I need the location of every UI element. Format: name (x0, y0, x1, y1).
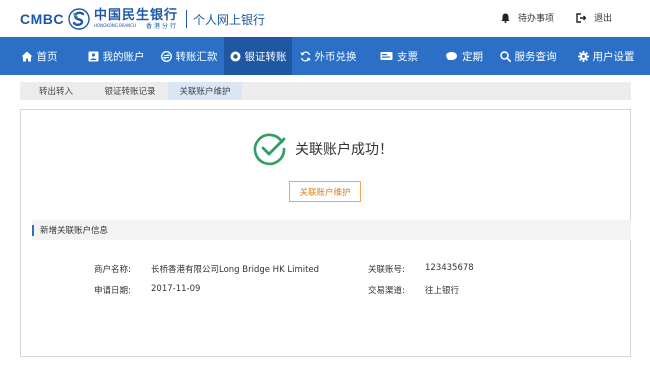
success-title: 关联账户成功！ (295, 142, 393, 158)
exchange-icon (299, 50, 311, 62)
logo-sub-en: HONGKONG BRANCH (94, 22, 137, 28)
nav-label: 我的账户 (102, 50, 145, 63)
merchant-label: 商户名称: (94, 265, 131, 275)
success-check-icon (253, 133, 286, 166)
nav-label: 支票 (397, 50, 418, 63)
logout-label: 退出 (593, 14, 612, 24)
nav-label: 服务查询 (514, 50, 557, 63)
apply-date-value: 2017-11-09 (151, 284, 201, 294)
account-icon (88, 51, 98, 61)
top-bar: CMBC 中国民生银行 HONGKONG BRANCH 香港分行 个人网上银行 … (0, 0, 650, 37)
section-header: 新增关联账户信息 (32, 220, 631, 240)
logout-icon (576, 12, 586, 23)
linked-account-maintenance-button[interactable]: 关联账户维护 (289, 181, 361, 202)
section-title: 新增关联账户信息 (40, 226, 109, 236)
search-icon (499, 50, 511, 62)
nav-item-fixed-deposit[interactable]: 定期 (434, 37, 494, 75)
nav-item-home[interactable]: 首页 (0, 37, 78, 75)
channel-label: 交易渠道: (368, 286, 405, 296)
merchant-value: 长桥香港有限公司Long Bridge HK Limited (151, 265, 320, 275)
logout-link[interactable]: 退出 (576, 11, 612, 24)
todo-label: 待办事项 (517, 14, 554, 24)
logo-sub-cn: 香港分行 (146, 22, 179, 30)
nav-item-securities-transfer[interactable]: 银证转账 (224, 37, 292, 75)
apply-date-label: 申请日期: (94, 286, 131, 296)
channel-value: 往上银行 (425, 286, 460, 296)
nav-item-cheque[interactable]: 支票 (364, 37, 434, 75)
top-actions: 待办事项 退出 (501, 11, 612, 24)
nav-item-transfer[interactable]: 转账汇款 (154, 37, 224, 75)
main-nav: 首页 我的账户 转账汇款 银证转账 外币兑换 支票 定期 服务查询 用户设置 (0, 37, 650, 75)
sub-nav: 转出转入 银证转账记录 关联账户维护 (20, 82, 631, 100)
success-message: 关联账户成功！ (253, 132, 393, 166)
nav-item-user-settings[interactable]: 用户设置 (562, 37, 650, 75)
logo-cn-block: 中国民生银行 HONGKONG BRANCH 香港分行 (94, 9, 178, 30)
subtab-transfer-records[interactable]: 银证转账记录 (92, 82, 168, 100)
bank-logo[interactable]: CMBC 中国民生银行 HONGKONG BRANCH 香港分行 个人网上银行 (20, 6, 265, 32)
logo-text-en: CMBC (20, 11, 64, 27)
deposit-icon (446, 52, 457, 60)
home-icon (21, 51, 32, 61)
logo-divider (186, 10, 188, 28)
subtab-transfer-in-out[interactable]: 转出转入 (20, 82, 92, 100)
cheque-icon (380, 52, 393, 60)
account-number-label: 关联账号: (368, 265, 405, 275)
nav-item-service-query[interactable]: 服务查询 (494, 37, 562, 75)
transfer-icon (160, 50, 172, 62)
bell-icon (501, 13, 510, 23)
account-number-value: 123435678 (425, 263, 474, 273)
cmbc-logo-icon (68, 8, 90, 30)
nav-label: 外币兑换 (314, 50, 357, 63)
nav-item-currency-exchange[interactable]: 外币兑换 (292, 37, 364, 75)
content-panel: 关联账户成功！ 关联账户维护 新增关联账户信息 商户名称: 长桥香港有限公司Lo… (20, 109, 631, 357)
nav-label: 首页 (36, 50, 58, 63)
nav-label: 转账汇款 (175, 50, 218, 63)
nav-label: 银证转账 (244, 50, 287, 63)
nav-label: 用户设置 (592, 50, 635, 63)
portal-title: 个人网上银行 (193, 12, 266, 27)
nav-item-my-account[interactable]: 我的账户 (78, 37, 154, 75)
gear-icon (577, 50, 589, 62)
subtab-linked-account-maintenance[interactable]: 关联账户维护 (168, 82, 242, 100)
nav-label: 定期 (462, 50, 483, 63)
todo-link[interactable]: 待办事项 (501, 11, 554, 24)
section-accent-bar (32, 224, 34, 236)
securities-icon (230, 51, 240, 61)
logo-text-cn: 中国民生银行 (94, 7, 179, 23)
